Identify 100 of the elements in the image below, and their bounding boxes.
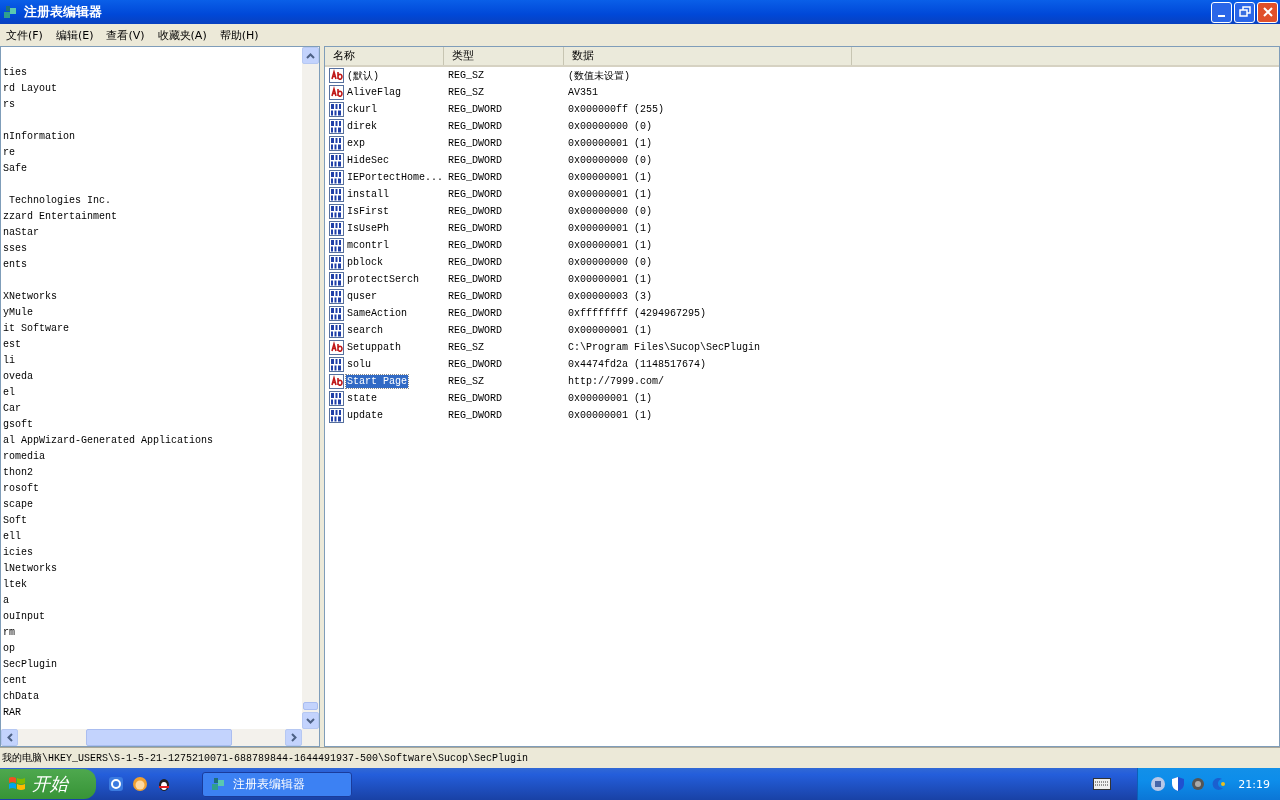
tree-item[interactable]: Soft <box>3 515 27 526</box>
tree-item[interactable]: gsoft <box>3 419 33 430</box>
chevron-up-icon <box>306 52 315 59</box>
scroll-thumb[interactable] <box>303 702 318 710</box>
value-data: (数值未设置) <box>568 69 630 83</box>
tree-item[interactable]: est <box>3 339 21 350</box>
tree-item[interactable]: rd Layout <box>3 83 57 94</box>
tree-item[interactable]: naStar <box>3 227 39 238</box>
column-header[interactable]: 类型 <box>444 47 564 65</box>
value-name[interactable]: update <box>346 409 384 422</box>
value-name[interactable]: IsFirst <box>346 205 390 218</box>
menu-item[interactable]: 编辑(E) <box>55 27 94 43</box>
menu-item[interactable]: 收藏夹(A) <box>157 27 207 43</box>
tree-item[interactable]: ouInput <box>3 611 45 622</box>
tree-item[interactable]: al AppWizard-Generated Applications <box>3 435 214 446</box>
tree-item[interactable]: Technologies Inc. <box>3 195 112 206</box>
value-name[interactable]: ckurl <box>346 103 378 116</box>
tree-item[interactable]: op <box>3 643 15 654</box>
tree-item[interactable]: chData <box>3 691 39 702</box>
tree-item[interactable]: Safe <box>3 163 27 174</box>
value-name[interactable]: (默认) <box>346 67 380 84</box>
value-name[interactable]: mcontrl <box>346 239 390 252</box>
crescent-icon[interactable] <box>1210 776 1227 792</box>
value-name[interactable]: state <box>346 392 378 405</box>
tree-item[interactable]: ltek <box>3 579 27 590</box>
tree-item[interactable]: ents <box>3 259 27 270</box>
taskbar-button[interactable]: 注册表编辑器 <box>202 771 352 797</box>
value-type: REG_DWORD <box>448 291 503 302</box>
value-name[interactable]: SameAction <box>346 307 408 320</box>
tree-item[interactable]: RAR <box>3 707 21 718</box>
minimize-button[interactable] <box>1211 1 1232 23</box>
value-name[interactable]: pblock <box>346 256 384 269</box>
tree-item[interactable]: a <box>3 595 9 606</box>
tree-item[interactable]: scape <box>3 499 33 510</box>
value-name[interactable]: IEPortectHome... <box>346 171 444 184</box>
scroll-thumb[interactable] <box>86 729 232 746</box>
value-name[interactable]: IsUsePh <box>346 222 390 235</box>
menu-item[interactable]: 查看(V) <box>106 27 145 43</box>
restore-button[interactable] <box>1234 1 1255 23</box>
binary-value-icon <box>329 271 345 288</box>
tree-item[interactable]: it Software <box>3 323 69 334</box>
vertical-scrollbar[interactable] <box>302 47 319 729</box>
shield-icon[interactable] <box>1170 776 1187 792</box>
tree-item[interactable]: rs <box>3 99 15 110</box>
value-name[interactable]: quser <box>346 290 378 303</box>
value-data: 0x00000001 (1) <box>568 274 652 285</box>
horizontal-scrollbar[interactable] <box>1 729 319 746</box>
cubes-icon <box>211 776 227 792</box>
tree-item[interactable]: romedia <box>3 451 45 462</box>
value-data: 0x00000000 (0) <box>568 155 652 166</box>
value-name[interactable]: exp <box>346 137 366 150</box>
value-name[interactable]: AliveFlag <box>346 86 402 99</box>
scroll-down-button[interactable] <box>302 712 319 729</box>
value-name[interactable]: Start Page <box>346 375 408 388</box>
scroll-left-button[interactable] <box>1 729 18 746</box>
close-button[interactable] <box>1257 1 1278 23</box>
tree-item[interactable]: rm <box>3 627 15 638</box>
tree-item[interactable]: XNetworks <box>3 291 57 302</box>
menu-item[interactable]: 文件(F) <box>6 27 43 43</box>
tree-item[interactable]: ell <box>3 531 21 542</box>
binary-value-icon <box>329 101 345 118</box>
tree-item[interactable]: lNetworks <box>3 563 57 574</box>
scroll-right-button[interactable] <box>285 729 302 746</box>
tree-item[interactable]: zzard Entertainment <box>3 211 118 222</box>
binary-value-icon <box>329 135 345 152</box>
tree-item[interactable]: nInformation <box>3 131 75 142</box>
binary-value-icon <box>329 390 345 407</box>
tree-item[interactable]: re <box>3 147 15 158</box>
tree-item[interactable]: yMule <box>3 307 33 318</box>
tree-item[interactable]: el <box>3 387 15 398</box>
value-name[interactable]: Setuppath <box>346 341 402 354</box>
chevron-left-icon <box>6 733 13 742</box>
value-type: REG_DWORD <box>448 274 503 285</box>
tree-item[interactable]: ties <box>3 67 27 78</box>
tree-item[interactable]: Car <box>3 403 21 414</box>
menu-item[interactable]: 帮助(H) <box>219 27 259 43</box>
tree-item[interactable]: sses <box>3 243 27 254</box>
tree-item[interactable]: rosoft <box>3 483 39 494</box>
tree-item[interactable]: SecPlugin <box>3 659 57 670</box>
value-name[interactable]: HideSec <box>346 154 390 167</box>
tree-item[interactable]: cent <box>3 675 27 686</box>
tree-item[interactable]: li <box>3 355 15 366</box>
value-name[interactable]: solu <box>346 358 372 371</box>
tree-item[interactable]: icies <box>3 547 33 558</box>
column-header[interactable]: 数据 <box>564 47 852 65</box>
value-type: REG_DWORD <box>448 138 503 149</box>
windows-flag-icon <box>8 775 26 793</box>
value-name[interactable]: direk <box>346 120 378 133</box>
binary-value-icon <box>329 169 345 186</box>
value-name[interactable]: search <box>346 324 384 337</box>
keyboard-icon[interactable] <box>1093 778 1112 790</box>
binary-value-icon <box>329 356 345 373</box>
tree-item[interactable]: oveda <box>3 371 33 382</box>
value-name[interactable]: protectSerch <box>346 273 420 286</box>
value-type: REG_DWORD <box>448 121 503 132</box>
value-data: 0x00000000 (0) <box>568 121 652 132</box>
scroll-up-button[interactable] <box>302 47 319 64</box>
value-name[interactable]: install <box>346 188 390 201</box>
tree-item[interactable]: thon2 <box>3 467 33 478</box>
column-header[interactable]: 名称 <box>325 47 444 65</box>
